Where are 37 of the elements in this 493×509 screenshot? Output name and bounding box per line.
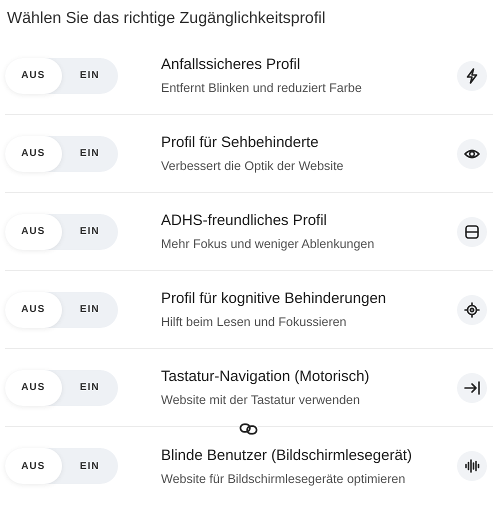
profile-title: Profil für kognitive Behinderungen [161,290,388,307]
toggle-option[interactable]: EIN [62,214,118,250]
profile-title: Tastatur-Navigation (Motorisch) [161,368,370,385]
toggle-option[interactable]: EIN [62,58,118,94]
toggle-option[interactable]: AUS [5,370,62,406]
profile-description: Entfernt Blinken und reduziert Farbe [161,81,363,95]
toggle-option[interactable]: AUS [5,448,62,484]
profile-title: Blinde Benutzer (Bildschirmlesegerät) [161,446,413,464]
on-off-toggle[interactable]: AUS EIN [5,214,118,250]
on-off-toggle[interactable]: AUS EIN [5,370,118,406]
profile-title: Anfallssicheres Profil [161,56,302,73]
toggle-option[interactable]: AUS [5,292,62,328]
lightning-icon [457,60,487,90]
profile-description: Hilft beim Lesen und Fokussieren [161,315,348,329]
toggle-option[interactable]: EIN [62,448,118,484]
toggle-option[interactable]: EIN [62,292,118,328]
toggle-option[interactable]: AUS [5,214,62,250]
sound-wave-icon [457,451,487,481]
link-icon[interactable] [239,422,258,436]
profile-description: Verbessert die Optik der Website [161,159,344,173]
on-off-toggle[interactable]: AUS EIN [5,58,118,94]
section-heading: Wählen Sie das richtige Zugänglichkeitsprofil [6,9,326,29]
crosshair-icon [457,294,487,324]
profile-description: Website mit der Tastatur verwenden [161,393,361,407]
on-off-toggle[interactable]: AUS EIN [5,136,118,172]
toggle-option[interactable]: EIN [62,136,118,172]
arrow-to-bar-icon [457,372,487,402]
eye-icon [457,138,487,168]
toggle-option[interactable]: AUS [5,136,62,172]
toggle-option[interactable]: EIN [62,370,118,406]
toggle-option[interactable]: AUS [5,58,62,94]
profile-title: ADHS-freundliches Profil [161,212,328,229]
profile-description: Mehr Fokus und weniger Ablenkungen [161,237,376,251]
profile-title: Profil für Sehbehinderte [161,134,320,151]
on-off-toggle[interactable]: AUS EIN [5,448,118,484]
profile-description: Website für Bildschirmlesegeräte optimieren [161,472,406,486]
on-off-toggle[interactable]: AUS EIN [5,292,118,328]
